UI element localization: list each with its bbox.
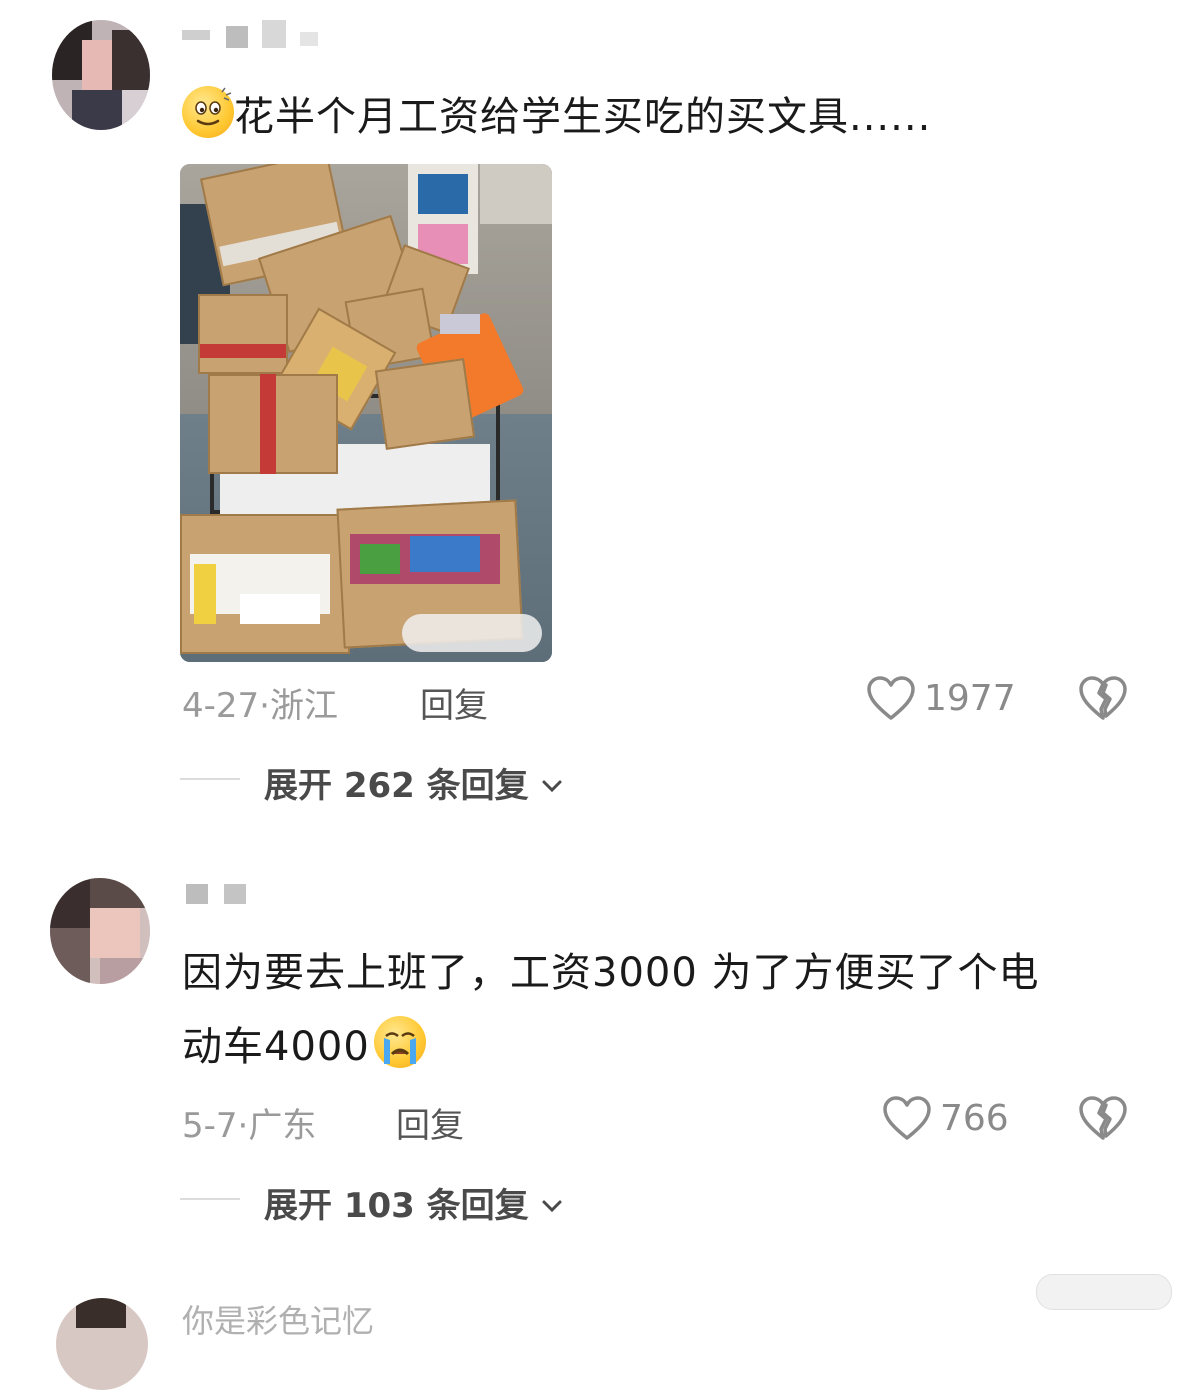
dot-separator: · [259, 686, 270, 726]
dot-separator: · [237, 1106, 249, 1146]
comment-location: 浙江 [269, 686, 338, 726]
like-count: 766 [940, 1098, 1009, 1139]
like-count: 1977 [924, 678, 1016, 719]
username-blurred[interactable] [182, 20, 342, 48]
crying-face-emoji-icon [373, 1016, 426, 1068]
comment-location: 广东 [248, 1106, 317, 1146]
comment-date-location: 5-7·广东 [182, 1098, 316, 1147]
username-blurred[interactable] [186, 884, 266, 912]
comment-date: 5-7 [182, 1106, 238, 1146]
avatar[interactable] [50, 878, 150, 984]
smiley-face-emoji-icon [182, 86, 234, 138]
reply-button[interactable]: 回复 [420, 678, 488, 727]
expand-replies-label: 展开 103 条回复 [264, 1186, 529, 1226]
expand-replies-label: 展开 262 条回复 [264, 766, 529, 806]
expand-replies-button[interactable]: 展开 103 条回复 [264, 1178, 563, 1227]
username[interactable]: 你是彩色记忆 [182, 1296, 374, 1342]
comment-date-location: 4-27·浙江 [182, 678, 338, 727]
comment-body-line2-text: 动车4000 [182, 1024, 370, 1070]
heart-icon[interactable] [882, 1096, 932, 1146]
comment-body: 花半个月工资给学生买吃的买文具...... [234, 94, 932, 140]
comment-text: 因为要去上班了，工资3000 为了方便买了个电 动车4000 [182, 936, 1142, 1084]
comment-body-line1: 因为要去上班了，工资3000 为了方便买了个电 [182, 950, 1040, 996]
watermark [1036, 1274, 1172, 1310]
avatar[interactable] [52, 20, 150, 130]
comment-photo[interactable] [180, 164, 552, 662]
reply-button[interactable]: 回复 [396, 1098, 464, 1147]
avatar[interactable] [56, 1298, 148, 1390]
chevron-down-icon [542, 780, 561, 793]
dislike-icon[interactable] [1078, 676, 1128, 726]
comment-body-line2: 动车4000 [182, 1010, 1142, 1084]
expand-replies-button[interactable]: 展开 262 条回复 [264, 758, 563, 807]
comment-text: 花半个月工资给学生买吃的买文具...... [182, 80, 1082, 154]
chevron-down-icon [542, 1200, 561, 1213]
dislike-icon[interactable] [1078, 1096, 1128, 1146]
expand-divider [180, 778, 240, 780]
heart-icon[interactable] [866, 676, 916, 726]
comment-date: 4-27 [182, 686, 260, 726]
expand-divider [180, 1198, 240, 1200]
